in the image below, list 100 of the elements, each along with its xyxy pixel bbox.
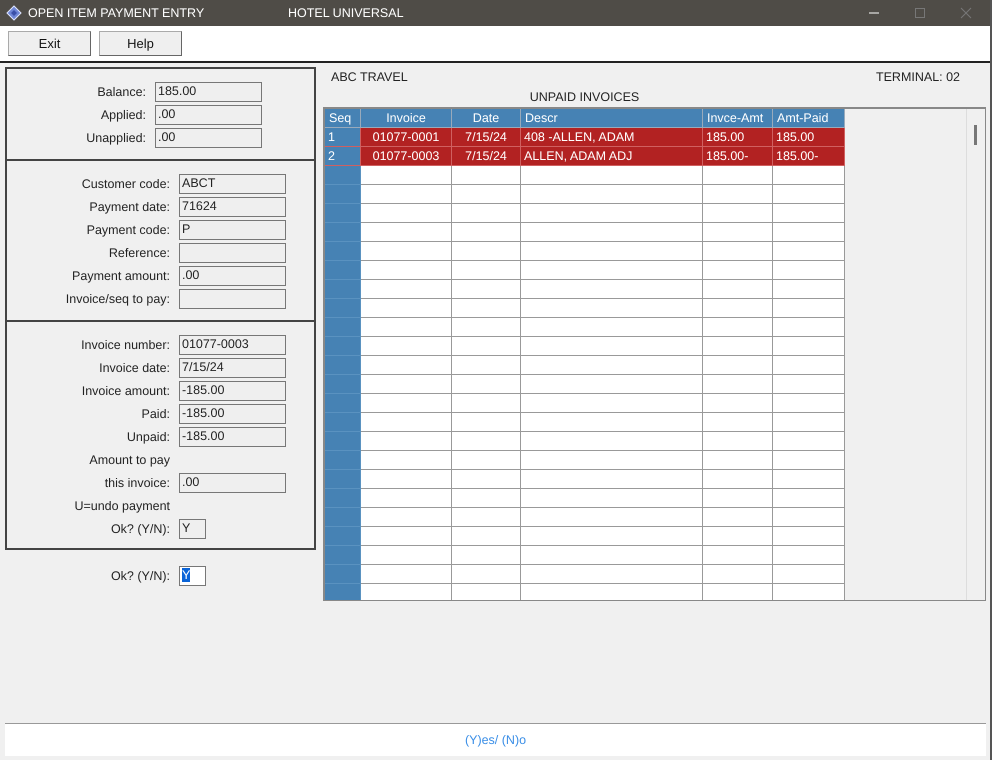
table-cell: [773, 508, 845, 527]
input-field[interactable]: .00: [155, 104, 262, 124]
input-field[interactable]: 01077-0003: [179, 334, 286, 354]
table-cell: [773, 356, 845, 375]
table-cell: 01077-0001: [361, 128, 452, 147]
table-title: UNPAID INVOICES: [530, 90, 640, 104]
window-subtitle: HOTEL UNIVERSAL: [288, 6, 405, 20]
table-cell: [452, 394, 521, 413]
input-field[interactable]: P: [179, 220, 286, 240]
table-cell: [703, 546, 773, 565]
input-field[interactable]: Y: [179, 566, 206, 586]
toolbar-button[interactable]: Help: [99, 31, 182, 56]
table-row[interactable]: 2 01077-0003 7/15/24 ALLEN, ADAM ADJ 185.00- 185.00-: [325, 147, 966, 166]
table-cell: [452, 527, 521, 546]
input-field[interactable]: ABCT: [179, 174, 286, 194]
table-cell: [773, 166, 845, 185]
table-cell: [325, 508, 361, 527]
table-cell: [773, 432, 845, 451]
input-field[interactable]: -185.00: [179, 426, 286, 446]
toolbar-button[interactable]: Exit: [8, 31, 91, 56]
input-field[interactable]: .00: [155, 128, 262, 148]
field-label: this invoice:: [104, 476, 171, 490]
table-cell: [773, 223, 845, 242]
table-cell: 185.00: [773, 128, 845, 147]
table-cell: 408 -ALLEN, ADAM: [521, 128, 703, 147]
table-cell: [703, 166, 773, 185]
app-icon: [6, 5, 22, 21]
column-header: Date: [452, 109, 521, 128]
table-cell: [452, 508, 521, 527]
table-cell: [703, 470, 773, 489]
table-cell: [703, 242, 773, 261]
input-field[interactable]: 71624: [179, 196, 286, 216]
table-cell: [703, 185, 773, 204]
input-field[interactable]: 185.00: [155, 82, 262, 102]
table-cell: [773, 413, 845, 432]
field-label: Balance:: [96, 84, 147, 98]
input-field[interactable]: Y: [179, 518, 206, 538]
input-field[interactable]: .00: [179, 266, 286, 286]
table-cell: [325, 451, 361, 470]
table-cell: [325, 299, 361, 318]
field-label: Payment date:: [88, 200, 171, 214]
table-cell: [773, 394, 845, 413]
table-cell: [452, 280, 521, 299]
table-cell: [452, 584, 521, 600]
table-cell: [452, 413, 521, 432]
table-cell: [452, 451, 521, 470]
table-cell: [703, 223, 773, 242]
field-label: Unpaid:: [126, 430, 171, 444]
table-cell: [325, 166, 361, 185]
field-label: Unapplied:: [85, 130, 147, 144]
column-header: Seq: [325, 109, 361, 128]
table-cell: [703, 527, 773, 546]
table-cell: [452, 166, 521, 185]
table-cell: [773, 527, 845, 546]
field-label: Payment amount:: [71, 268, 171, 282]
terminal-label: TERMINAL: 02: [876, 70, 960, 84]
scrollbar-thumb[interactable]: [974, 125, 977, 145]
table-cell: [325, 318, 361, 337]
table-cell: [703, 451, 773, 470]
table-cell: [325, 470, 361, 489]
field-label: Applied:: [100, 108, 147, 122]
table-cell: [452, 375, 521, 394]
table-cell: 1: [325, 128, 361, 147]
table-row[interactable]: 1 01077-0001 7/15/24 408 -ALLEN, ADAM 185.00 185.00: [325, 128, 966, 147]
table-cell: [325, 242, 361, 261]
field-label: Payment code:: [86, 222, 171, 236]
table-cell: [452, 242, 521, 261]
table-cell: [325, 261, 361, 280]
maximize-icon[interactable]: [914, 7, 926, 19]
close-icon[interactable]: [960, 7, 972, 19]
table-cell: [773, 204, 845, 223]
status-text: (Y)es/ (N)o: [464, 733, 526, 747]
table-cell: [325, 489, 361, 508]
column-header: Descr: [521, 109, 703, 128]
table-cell: [703, 508, 773, 527]
input-field[interactable]: -185.00: [179, 380, 286, 400]
input-field[interactable]: -185.00: [179, 404, 286, 424]
column-header: Amt-Paid: [773, 109, 845, 128]
input-field[interactable]: [179, 288, 286, 308]
table-cell: [452, 299, 521, 318]
table-cell: [703, 432, 773, 451]
table-cell: [325, 584, 361, 600]
table-cell: [452, 318, 521, 337]
table-cell: [773, 470, 845, 489]
table-cell: 185.00-: [773, 147, 845, 166]
table-cell: [773, 337, 845, 356]
field-label: Paid:: [140, 406, 171, 420]
table-cell: [703, 337, 773, 356]
input-field[interactable]: [179, 242, 286, 262]
column-header: Invoice: [361, 109, 452, 128]
table-cell: [452, 185, 521, 204]
field-label: Customer code:: [80, 176, 171, 190]
table-cell: [773, 242, 845, 261]
table-cell: [773, 489, 845, 508]
field-label: Ok? (Y/N):: [110, 522, 171, 536]
input-field[interactable]: 7/15/24: [179, 358, 286, 378]
table-cell: [773, 318, 845, 337]
input-field[interactable]: .00: [179, 472, 286, 492]
table-cell: 7/15/24: [452, 147, 521, 166]
table-cell: [703, 394, 773, 413]
